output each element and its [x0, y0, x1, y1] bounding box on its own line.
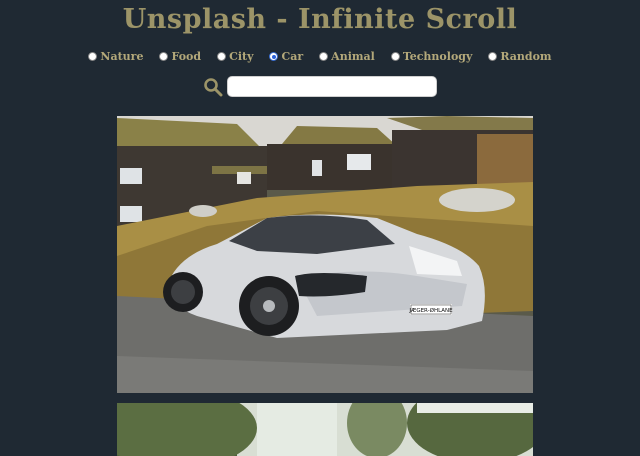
radio-food[interactable]: [159, 52, 169, 61]
category-city[interactable]: City: [217, 50, 253, 63]
category-label: Nature: [100, 50, 144, 63]
category-nature[interactable]: Nature: [88, 50, 143, 63]
page: Unsplash - Infinite Scroll Nature Food C…: [0, 0, 640, 456]
category-label: Car: [281, 50, 304, 63]
category-random[interactable]: Random: [488, 50, 552, 63]
category-label: Food: [171, 50, 202, 63]
radio-nature[interactable]: [88, 52, 98, 61]
category-label: Technology: [402, 50, 473, 63]
category-label: Random: [500, 50, 552, 63]
radio-technology[interactable]: [390, 52, 400, 61]
page-title: Unsplash - Infinite Scroll: [122, 4, 518, 35]
category-car[interactable]: Car: [269, 50, 303, 63]
car-photo[interactable]: JÆGER-ØHLANE: [117, 116, 533, 393]
radio-animal[interactable]: [319, 52, 329, 61]
trees-photo[interactable]: [117, 403, 533, 456]
radio-random[interactable]: [488, 52, 498, 61]
category-label: City: [229, 50, 254, 63]
category-label: Animal: [331, 50, 375, 63]
category-food[interactable]: Food: [159, 50, 201, 63]
search-bar: [0, 76, 640, 97]
radio-car[interactable]: [269, 52, 279, 61]
category-technology[interactable]: Technology: [390, 50, 473, 63]
category-radio-group: Nature Food City Car Animal Technology R…: [0, 50, 640, 63]
search-icon[interactable]: [203, 77, 223, 97]
license-plate: JÆGER-ØHLANE: [408, 307, 453, 314]
category-animal[interactable]: Animal: [319, 50, 375, 63]
radio-city[interactable]: [217, 52, 227, 61]
search-input[interactable]: [227, 76, 437, 97]
